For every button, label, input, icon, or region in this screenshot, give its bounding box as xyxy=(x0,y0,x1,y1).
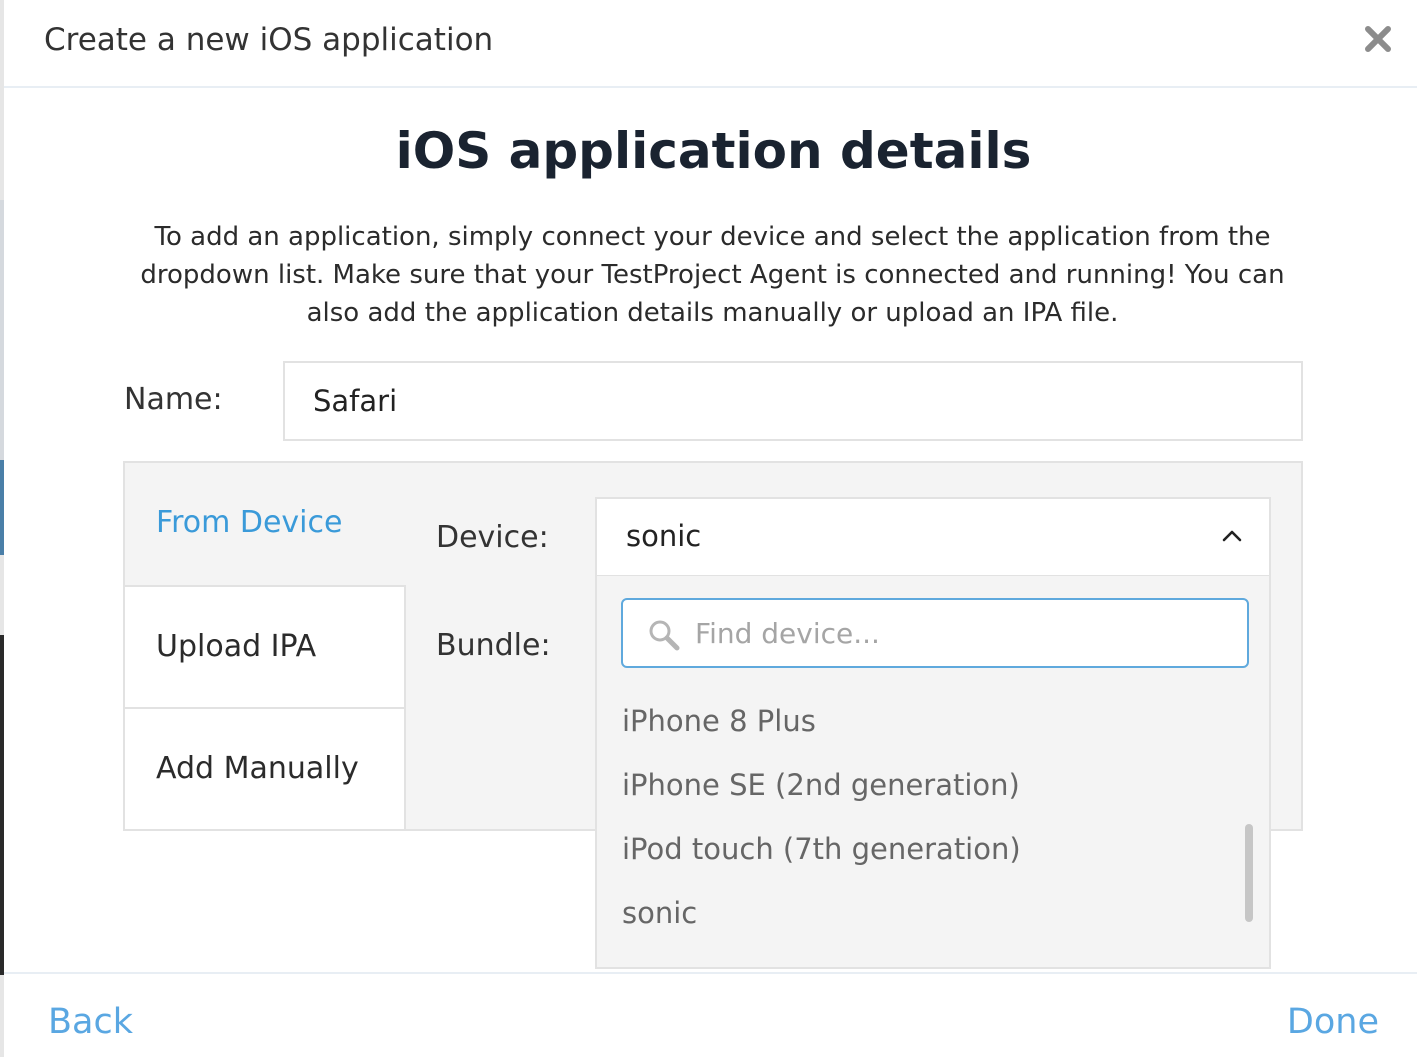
device-option[interactable]: sonic xyxy=(622,896,697,930)
device-dropdown: iPhone 8 Plus iPhone SE (2nd generation)… xyxy=(595,576,1271,969)
device-option[interactable]: iPod touch (7th generation) xyxy=(622,832,1021,866)
dialog-title: Create a new iOS application xyxy=(44,22,494,58)
chevron-up-icon xyxy=(1221,525,1243,547)
dropdown-scrollbar[interactable] xyxy=(1245,824,1253,922)
page-title: iOS application details xyxy=(395,122,1032,180)
device-search-input[interactable] xyxy=(695,604,1235,662)
dialog-footer: Back Done xyxy=(4,972,1417,1057)
back-button[interactable]: Back xyxy=(48,1002,133,1042)
name-input[interactable] xyxy=(283,361,1303,441)
done-button[interactable]: Done xyxy=(1287,1002,1379,1042)
tab-from-device[interactable]: From Device xyxy=(125,463,406,585)
dialog-header: Create a new iOS application xyxy=(4,0,1417,88)
tab-add-manually[interactable]: Add Manually xyxy=(125,707,406,829)
device-option[interactable]: iPhone 8 Plus xyxy=(622,704,816,738)
close-icon[interactable] xyxy=(1363,24,1393,54)
device-select[interactable]: sonic xyxy=(595,497,1271,577)
bundle-label: Bundle: xyxy=(436,628,551,663)
device-label: Device: xyxy=(436,520,549,555)
device-select-value: sonic xyxy=(626,519,702,553)
device-search xyxy=(621,598,1249,668)
device-option[interactable]: iPhone SE (2nd generation) xyxy=(622,768,1020,802)
name-label: Name: xyxy=(124,382,223,417)
search-icon xyxy=(647,618,681,652)
description-text: To add an application, simply connect yo… xyxy=(140,222,1285,328)
tab-upload-ipa[interactable]: Upload IPA xyxy=(125,585,406,707)
